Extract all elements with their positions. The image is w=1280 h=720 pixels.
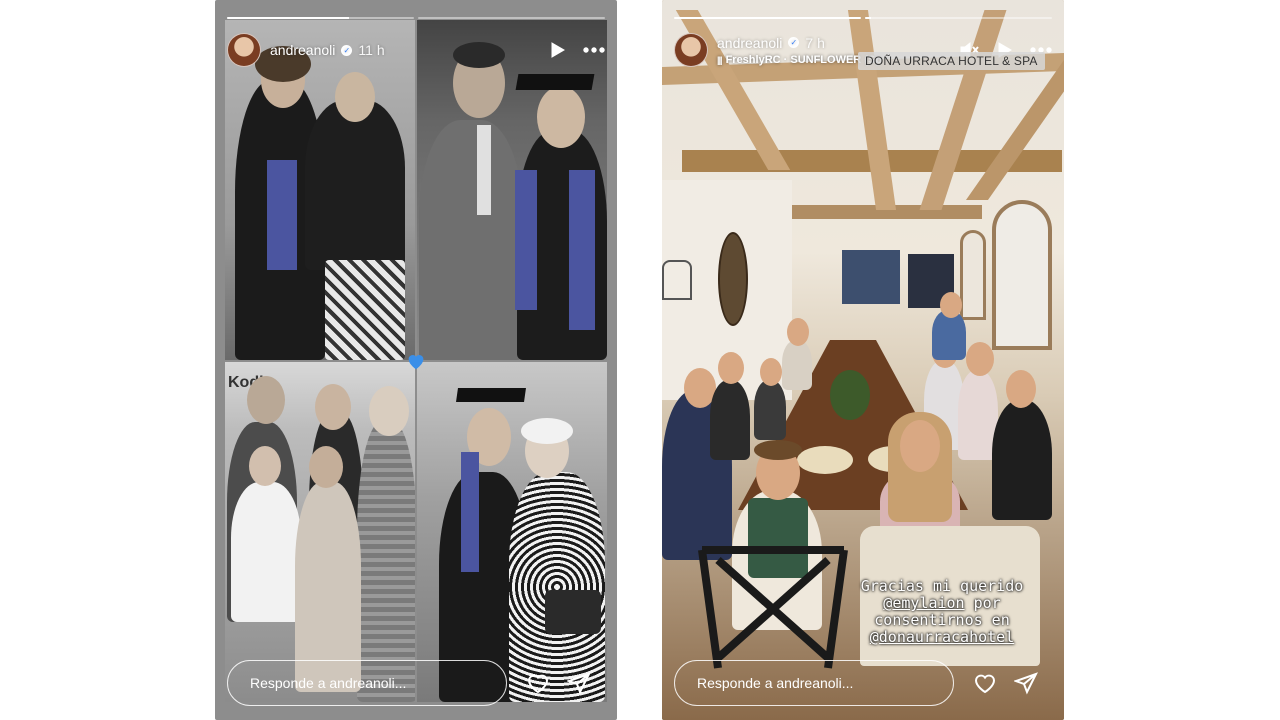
story-caption: Gracias mi querido @emylaion por consent… <box>842 578 1042 646</box>
progress-segment <box>227 17 414 19</box>
mention-link[interactable]: @donaurracahotel <box>870 628 1015 646</box>
send-paper-plane-icon[interactable] <box>1014 671 1038 695</box>
arch-window <box>960 230 986 320</box>
music-bars-icon: ||| <box>717 54 722 65</box>
graduation-cap <box>456 388 526 402</box>
wall-art <box>842 250 900 304</box>
timestamp: 11 h <box>358 42 385 58</box>
wooden-chair <box>698 546 848 669</box>
send-paper-plane-icon[interactable] <box>567 671 591 695</box>
caption-line: Gracias mi querido <box>860 577 1024 595</box>
collage-photo-father <box>417 20 607 360</box>
caption-line: por <box>964 594 1001 612</box>
reply-input[interactable]: Responde a andreanoli... <box>227 660 507 706</box>
heart-outline-icon[interactable] <box>525 671 551 695</box>
verified-badge-icon: ✓ <box>788 37 800 48</box>
caption-line: consentirnos en <box>874 611 1010 629</box>
lantern <box>662 260 692 300</box>
progress-segment <box>674 17 861 19</box>
reply-input[interactable]: Responde a andreanoli... <box>674 660 954 706</box>
story-panel-right[interactable]: Gracias mi querido @emylaion por consent… <box>662 0 1064 720</box>
mention-link[interactable]: @emylaion <box>883 594 964 612</box>
handbag <box>545 590 601 634</box>
avatar[interactable] <box>227 33 261 67</box>
blue-heart-icon <box>408 355 424 370</box>
tie <box>477 125 491 215</box>
username[interactable]: andreanoli <box>270 42 335 58</box>
heart-outline-icon[interactable] <box>972 671 998 695</box>
story-progress <box>227 17 605 19</box>
verified-badge-icon: ✓ <box>341 44 353 56</box>
placemat <box>797 446 853 474</box>
story-progress <box>674 17 1052 19</box>
play-icon[interactable] <box>547 39 569 61</box>
progress-segment <box>418 17 605 19</box>
avatar[interactable] <box>674 33 708 67</box>
location-sticker[interactable]: DOÑA URRACA HOTEL & SPA <box>858 52 1045 70</box>
more-options-icon[interactable] <box>583 39 605 61</box>
graduation-cap <box>515 74 595 90</box>
story-header: andreanoli ✓ 11 h <box>227 30 605 70</box>
collage-photo-grandmother <box>417 362 607 702</box>
timestamp: 7 h <box>805 34 825 51</box>
collage-photo-hug <box>225 20 415 360</box>
username[interactable]: andreanoli <box>717 35 782 51</box>
reply-bar: Responde a andreanoli... <box>227 660 605 706</box>
progress-segment <box>865 17 1052 19</box>
arch-window <box>992 200 1052 350</box>
wall-ornament <box>718 232 748 326</box>
reply-bar: Responde a andreanoli... <box>674 660 1052 706</box>
story-panel-left[interactable]: Kodi andreanoli ✓ 11 h Responde a andrea… <box>215 0 617 720</box>
centerpiece <box>830 370 870 420</box>
collage-photo-family: Kodi <box>225 362 415 702</box>
